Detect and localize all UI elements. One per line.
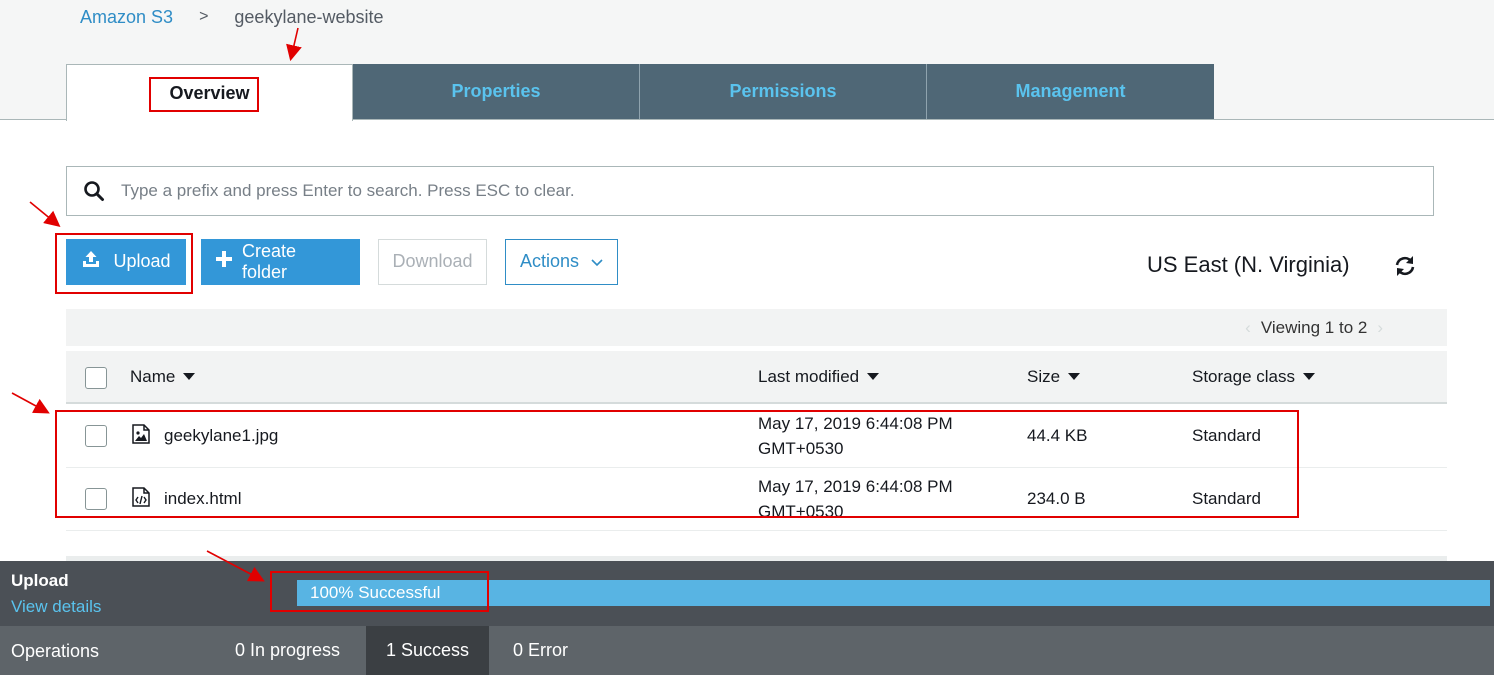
view-details-link[interactable]: View details bbox=[11, 597, 101, 617]
object-toolbar: Upload Create folder Download Actions bbox=[66, 238, 618, 285]
row-size-cell: 234.0 B bbox=[1027, 489, 1086, 508]
breadcrumb: Amazon S3 > geekylane-website bbox=[80, 6, 384, 28]
create-folder-button[interactable]: Create folder bbox=[201, 238, 360, 285]
ops-tab-error[interactable]: 0 Error bbox=[513, 626, 568, 675]
tab-properties[interactable]: Properties bbox=[353, 64, 640, 119]
row-checkbox[interactable] bbox=[85, 425, 107, 447]
row-modified-cell: May 17, 2019 6:44:08 PM GMT+0530 bbox=[758, 405, 953, 467]
upload-button[interactable]: Upload bbox=[66, 238, 186, 285]
column-last-modified[interactable]: Last modified bbox=[758, 351, 880, 402]
pager-bar: ‹ Viewing 1 to 2 › bbox=[66, 309, 1447, 346]
row-checkbox[interactable] bbox=[85, 488, 107, 510]
image-file-icon bbox=[132, 423, 150, 449]
actions-dropdown-button[interactable]: Actions bbox=[505, 238, 618, 285]
refresh-icon[interactable] bbox=[1392, 254, 1418, 278]
table-row[interactable]: geekylane1.jpg May 17, 2019 6:44:08 PM G… bbox=[66, 405, 1447, 468]
sort-caret-icon bbox=[1303, 373, 1315, 380]
tab-permissions[interactable]: Permissions bbox=[640, 64, 927, 119]
upload-panel-title: Upload bbox=[11, 571, 69, 590]
column-storage-class[interactable]: Storage class bbox=[1192, 351, 1315, 402]
table-header: Name Last modified Size Storage class bbox=[66, 351, 1447, 404]
upload-icon bbox=[81, 249, 101, 274]
search-box bbox=[66, 166, 1434, 216]
upload-progress-fill bbox=[297, 580, 1490, 606]
pager-text: Viewing 1 to 2 bbox=[1260, 318, 1368, 337]
code-file-icon bbox=[132, 486, 150, 512]
ops-tab-success[interactable]: 1 Success bbox=[366, 626, 490, 675]
sort-caret-icon bbox=[1068, 373, 1081, 380]
row-size-cell: 44.4 KB bbox=[1027, 426, 1088, 445]
modified-date: May 17, 2019 6:44:08 PM bbox=[758, 414, 953, 433]
region-label: US East (N. Virginia) bbox=[1147, 252, 1350, 277]
column-size[interactable]: Size bbox=[1027, 351, 1081, 402]
row-storage-class-cell: Standard bbox=[1192, 426, 1261, 445]
file-name-link[interactable]: index.html bbox=[164, 489, 241, 509]
column-size-label: Size bbox=[1027, 366, 1061, 386]
sort-caret-icon bbox=[183, 373, 196, 380]
ops-tab-in-progress[interactable]: 0 In progress bbox=[235, 626, 340, 675]
row-storage-class-cell: Standard bbox=[1192, 489, 1261, 508]
row-name-cell: index.html bbox=[132, 468, 241, 530]
modified-timezone: GMT+0530 bbox=[758, 439, 844, 458]
upload-progress-bar: 100% Successful bbox=[297, 580, 1490, 606]
operations-bar: Operations 0 In progress 1 Success 0 Err… bbox=[0, 626, 1494, 675]
sort-caret-icon bbox=[867, 373, 880, 380]
tab-management[interactable]: Management bbox=[927, 64, 1214, 119]
actions-button-label: Actions bbox=[519, 251, 580, 271]
modified-timezone: GMT+0530 bbox=[758, 502, 844, 521]
upload-button-label: Upload bbox=[113, 251, 171, 271]
breadcrumb-current-bucket: geekylane-website bbox=[234, 6, 384, 27]
operations-label: Operations bbox=[11, 641, 100, 661]
chevron-down-icon bbox=[591, 251, 603, 272]
bucket-tabs: Overview Properties Permissions Manageme… bbox=[66, 64, 1214, 121]
create-folder-button-label: Create folder bbox=[242, 240, 297, 282]
column-name-label: Name bbox=[130, 366, 176, 386]
search-icon bbox=[67, 180, 121, 202]
breadcrumb-amazon-s3-link[interactable]: Amazon S3 bbox=[80, 7, 173, 28]
chevron-right-icon[interactable]: › bbox=[1377, 318, 1383, 338]
upload-progress-label: 100% Successful bbox=[310, 583, 441, 602]
column-name[interactable]: Name bbox=[130, 351, 196, 402]
row-modified-cell: May 17, 2019 6:44:08 PM GMT+0530 bbox=[758, 468, 953, 530]
modified-date: May 17, 2019 6:44:08 PM bbox=[758, 477, 953, 496]
column-storage-class-label: Storage class bbox=[1192, 366, 1295, 386]
file-name-link[interactable]: geekylane1.jpg bbox=[164, 426, 278, 446]
download-button[interactable]: Download bbox=[378, 238, 487, 285]
column-last-modified-label: Last modified bbox=[758, 366, 860, 386]
chevron-left-icon[interactable]: ‹ bbox=[1245, 318, 1251, 338]
breadcrumb-separator: > bbox=[199, 8, 209, 25]
select-all-checkbox[interactable] bbox=[85, 367, 107, 389]
pager: ‹ Viewing 1 to 2 › bbox=[1245, 318, 1383, 338]
tab-overview[interactable]: Overview bbox=[66, 64, 353, 121]
upload-status-panel: Upload View details 100% Successful bbox=[0, 561, 1494, 626]
row-name-cell: geekylane1.jpg bbox=[132, 405, 278, 467]
table-row[interactable]: index.html May 17, 2019 6:44:08 PM GMT+0… bbox=[66, 468, 1447, 531]
search-input[interactable] bbox=[121, 167, 1433, 215]
plus-icon bbox=[216, 251, 232, 272]
